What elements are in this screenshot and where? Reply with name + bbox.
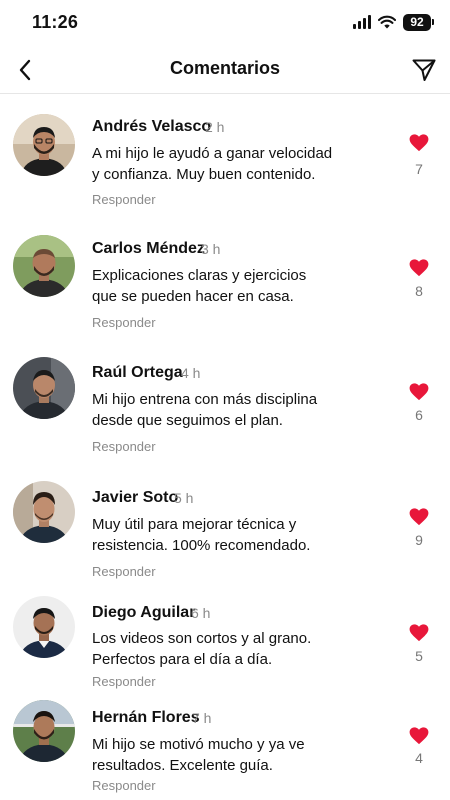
heart-icon [409, 259, 429, 277]
comment-text: A mi hijo le ayudó a ganar velocidad y c… [92, 143, 392, 185]
comment-text: Los videos son cortos y al grano. Perfec… [92, 628, 392, 670]
comment-text: Mi hijo entrena con más disciplina desde… [92, 389, 392, 431]
status-bar: 11:26 92 [0, 0, 450, 46]
like-button[interactable] [406, 259, 432, 282]
status-time: 11:26 [32, 12, 79, 32]
comment-item: Carlos Méndez 3 h Explicaciones claras y… [0, 232, 450, 352]
battery-level: 92 [403, 13, 431, 31]
like-count: 6 [415, 407, 423, 423]
comment-text-line: que se pueden hacer en casa. [92, 288, 294, 305]
comment-text-line: Perfectos para el día a día. [92, 651, 273, 668]
heart-icon [409, 508, 429, 526]
reply-button[interactable]: Responder [92, 674, 156, 689]
avatar[interactable] [13, 700, 75, 762]
comment-text-line: Los videos son cortos y al grano. [92, 630, 312, 647]
like-button[interactable] [406, 624, 432, 647]
like-count: 5 [415, 648, 423, 664]
comment-item: Andrés Velasco 2 h A mi hijo le ayudó a … [0, 108, 450, 228]
like-count: 8 [415, 283, 423, 299]
comment-item: Javier Soto 5 h Muy útil para mejorar té… [0, 481, 450, 601]
avatar[interactable] [13, 357, 75, 419]
battery-icon: 92 [403, 13, 434, 31]
comment-item: Diego Aguilar 6 h Los videos son cortos … [0, 596, 450, 716]
heart-icon [409, 727, 429, 745]
reply-button[interactable]: Responder [92, 315, 156, 330]
reply-button[interactable]: Responder [92, 439, 156, 454]
paper-plane-icon [412, 59, 436, 81]
avatar[interactable] [13, 481, 75, 543]
heart-icon [409, 624, 429, 642]
comment-author[interactable]: Carlos Méndez [92, 240, 205, 258]
status-icons: 92 [353, 12, 434, 32]
like-count: 7 [415, 161, 423, 177]
comment-text-line: A mi hijo le ayudó a ganar velocidad [92, 145, 333, 162]
comment-author[interactable]: Raúl Ortega [92, 364, 183, 382]
comment-text-line: desde que seguimos el plan. [92, 412, 283, 429]
wifi-icon [378, 15, 396, 29]
comment-text-line: Explicaciones claras y ejercicios [92, 267, 307, 284]
header: Comentarios [0, 46, 450, 94]
comment-text: Mi hijo se motivó mucho y ya ve resultad… [92, 734, 392, 776]
comment-text-line: Mi hijo se motivó mucho y ya ve [92, 736, 305, 753]
comment-text-line: resultados. Excelente guía. [92, 757, 273, 774]
heart-icon [409, 383, 429, 401]
like-button[interactable] [406, 508, 432, 531]
comment-text: Explicaciones claras y ejercicios que se… [92, 265, 392, 307]
send-button[interactable] [408, 54, 440, 86]
comment-author[interactable]: Hernán Flores [92, 709, 200, 727]
like-count: 4 [415, 750, 423, 766]
comment-time: 3 h [201, 241, 221, 257]
comment-item: Hernán Flores 7 h Mi hijo se motivó much… [0, 700, 450, 800]
reply-button[interactable]: Responder [92, 778, 156, 793]
comment-time: 6 h [191, 605, 211, 621]
comment-text-line: Mi hijo entrena con más disciplina [92, 391, 318, 408]
like-count: 9 [415, 532, 423, 548]
page-title: Comentarios [169, 58, 281, 78]
avatar[interactable] [13, 596, 75, 658]
comment-author[interactable]: Diego Aguilar [92, 604, 195, 622]
reply-button[interactable]: Responder [92, 564, 156, 579]
comment-time: 2 h [205, 119, 225, 135]
comment-time: 4 h [181, 365, 201, 381]
avatar[interactable] [13, 114, 75, 176]
comment-time: 5 h [174, 490, 194, 506]
comment-text-line: resistencia. 100% recomendado. [92, 537, 311, 554]
heart-icon [409, 134, 429, 152]
comment-author[interactable]: Andrés Velasco [92, 118, 211, 136]
reply-button[interactable]: Responder [92, 192, 156, 207]
like-button[interactable] [406, 383, 432, 406]
comment-item: Raúl Ortega 4 h Mi hijo entrena con más … [0, 357, 450, 477]
comment-text: Muy útil para mejorar técnica y resisten… [92, 514, 392, 556]
cellular-signal-icon [353, 15, 371, 29]
like-button[interactable] [406, 727, 432, 750]
like-button[interactable] [406, 134, 432, 157]
comment-text-line: Muy útil para mejorar técnica y [92, 516, 297, 533]
comment-author[interactable]: Javier Soto [92, 489, 178, 507]
comment-time: 7 h [192, 710, 212, 726]
comment-text-line: y confianza. Muy buen contenido. [92, 166, 316, 183]
avatar[interactable] [13, 235, 75, 297]
